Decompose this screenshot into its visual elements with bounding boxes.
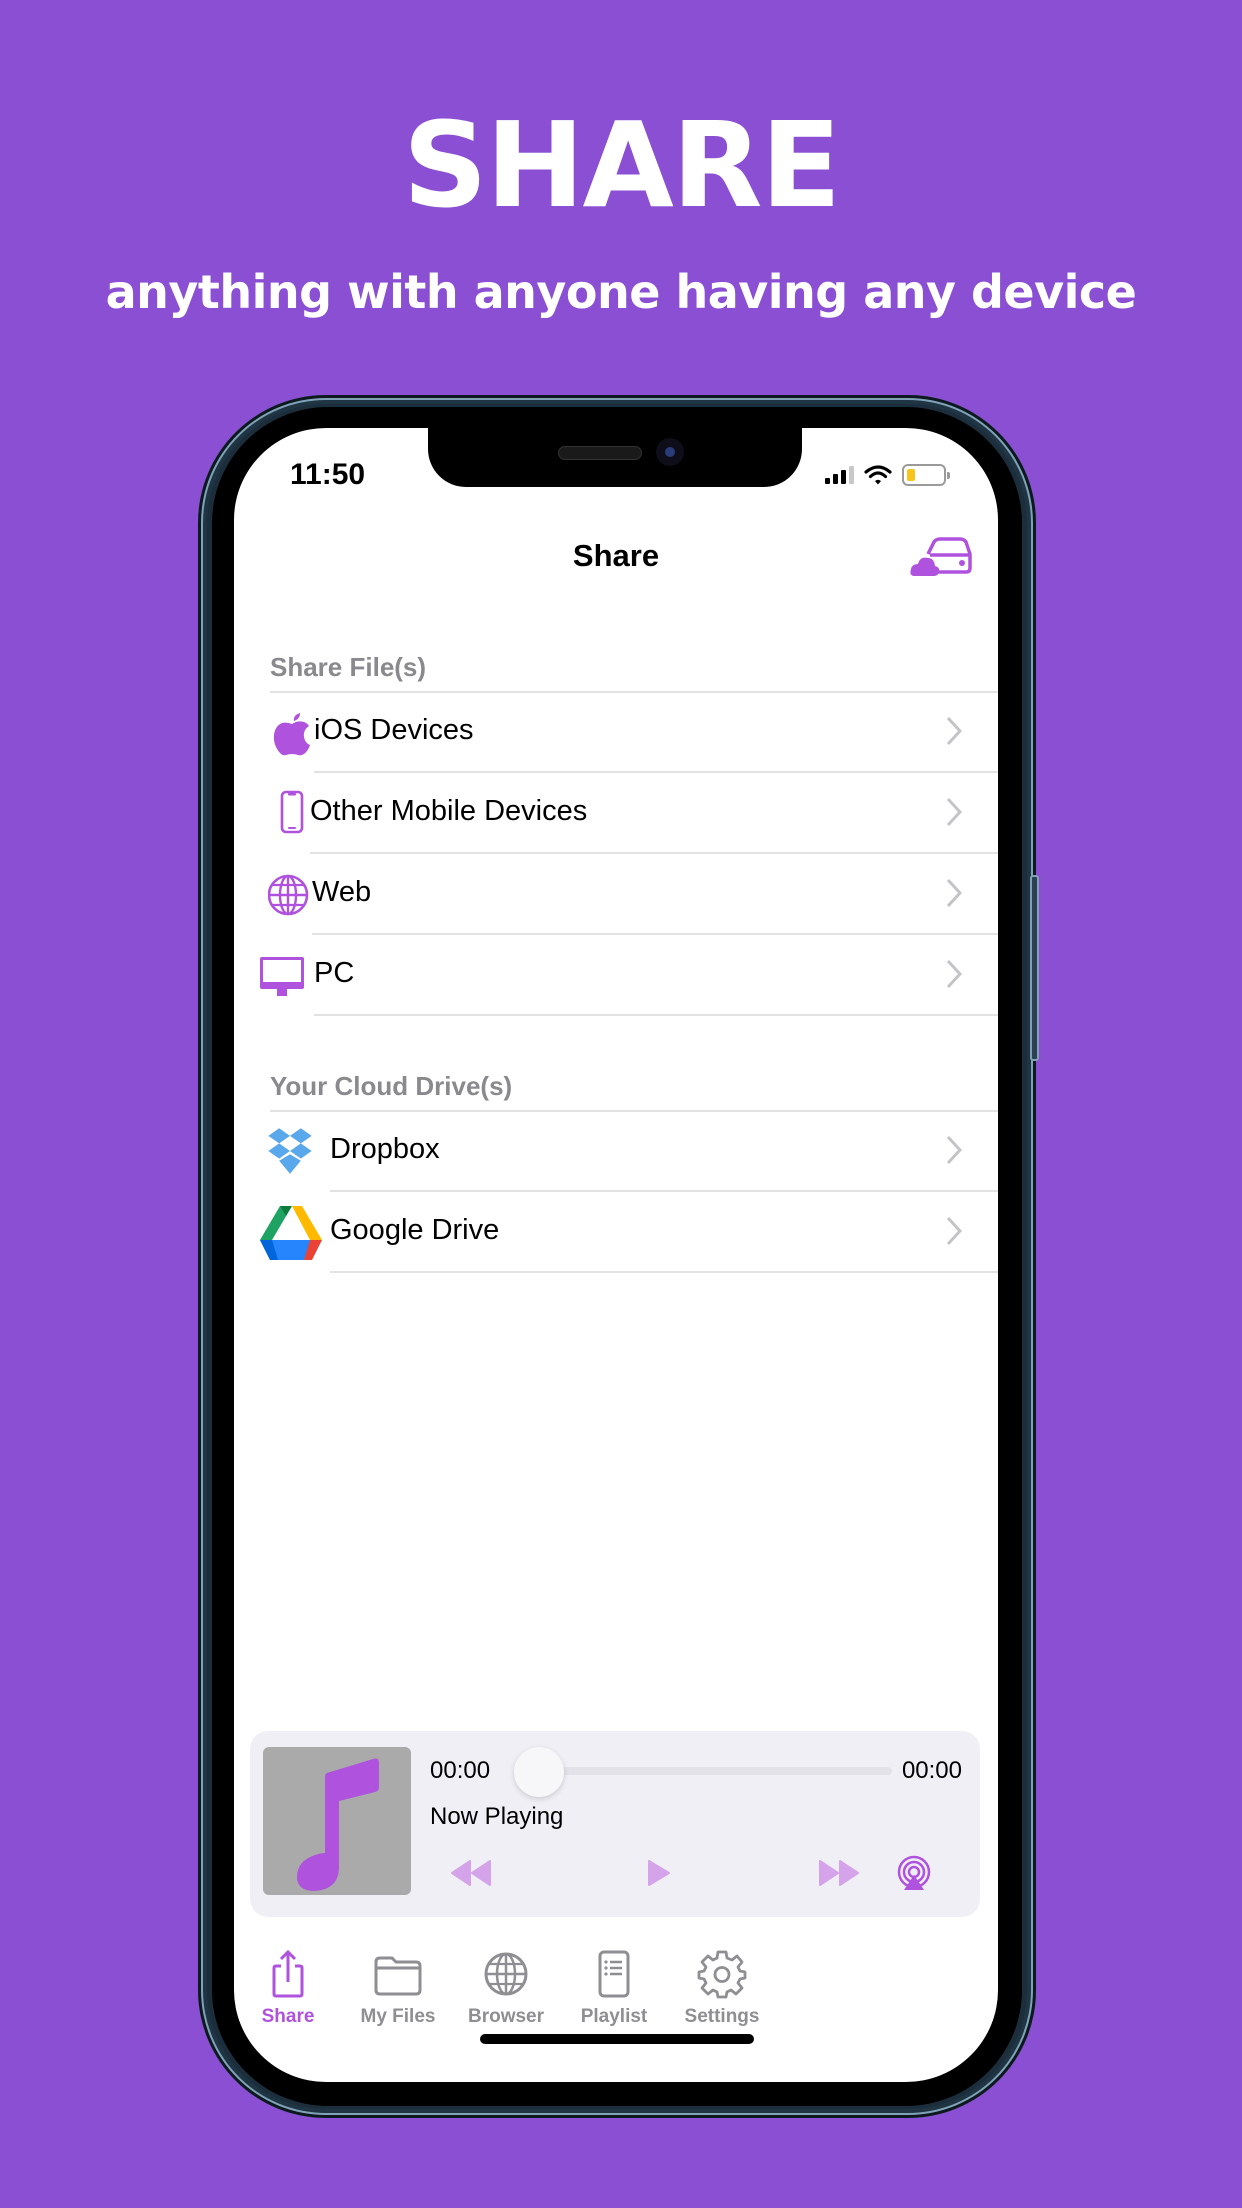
list-item-label: Web (312, 876, 372, 908)
now-playing-title: Now Playing (430, 1803, 564, 1830)
home-indicator[interactable] (480, 2034, 754, 2044)
chevron-right-icon (946, 1135, 962, 1165)
section-header-share-files: Share File(s) (270, 652, 427, 682)
apple-icon (273, 713, 310, 756)
chevron-right-icon (946, 1216, 962, 1246)
progress-slider-thumb[interactable] (514, 1747, 564, 1797)
speaker-grille (558, 446, 642, 460)
list-item-label: Other Mobile Devices (310, 795, 588, 827)
globe-icon (484, 1952, 528, 1996)
chevron-right-icon (946, 716, 962, 746)
tab-bar: Share My Files Browser Playlist Settings (234, 1948, 998, 2048)
google-drive-icon (260, 1206, 322, 1260)
list-item-dropbox[interactable]: Dropbox (234, 1111, 998, 1192)
desktop-monitor-icon (260, 957, 304, 996)
promo-subline: anything with anyone having any device (105, 265, 1137, 319)
globe-icon (268, 874, 309, 916)
rewind-icon[interactable] (450, 1859, 494, 1887)
duration-time: 00:00 (901, 1757, 962, 1784)
gear-icon (697, 1950, 747, 1999)
smartphone-icon (280, 790, 304, 834)
row-divider (314, 1014, 998, 1016)
section-header-cloud-drives: Your Cloud Drive(s) (270, 1071, 513, 1101)
front-camera (656, 438, 684, 466)
list-item-label: PC (314, 957, 355, 989)
list-item-label: Google Drive (330, 1214, 500, 1246)
chevron-right-icon (946, 959, 962, 989)
status-icons (825, 464, 950, 486)
cellular-signal-icon (825, 466, 854, 484)
list-item-google-drive[interactable]: Google Drive (234, 1192, 998, 1273)
page-title: Share (572, 538, 660, 573)
progress-track[interactable] (530, 1767, 892, 1775)
dropbox-icon (268, 1128, 312, 1174)
mini-player: 00:00 00:00 Now Playing (250, 1731, 980, 1917)
elapsed-time: 00:00 (430, 1757, 491, 1784)
list-item-label: Dropbox (330, 1133, 440, 1165)
tab-settings[interactable]: Settings (652, 1948, 792, 2048)
fast-forward-icon[interactable] (818, 1859, 862, 1887)
folder-icon (374, 1956, 422, 1996)
status-time: 11:50 (290, 458, 366, 491)
play-icon[interactable] (646, 1859, 672, 1887)
cloud-drive-icon (910, 537, 972, 576)
notch (428, 428, 802, 487)
promo-headline: SHARE (402, 96, 842, 234)
chevron-right-icon (946, 797, 962, 827)
airplay-icon[interactable] (896, 1855, 932, 1891)
album-artwork (263, 1747, 411, 1895)
tab-label: Settings (684, 2006, 760, 2027)
list-item-pc[interactable]: PC (234, 935, 998, 1016)
music-note-icon (297, 1758, 379, 1891)
share-icon (272, 1949, 304, 1998)
list-item-label: iOS Devices (314, 714, 474, 746)
list-item-other-mobile-devices[interactable]: Other Mobile Devices (234, 773, 998, 854)
row-divider (330, 1271, 998, 1273)
phone-screen: 11:50 Share Share File(s) iOS Devices Ot… (234, 428, 998, 2082)
list-item-web[interactable]: Web (234, 854, 998, 935)
battery-low-icon (902, 464, 950, 486)
side-button (1030, 875, 1039, 1061)
list-item-ios-devices[interactable]: iOS Devices (234, 692, 998, 773)
playlist-icon (598, 1950, 630, 1998)
cloud-drive-button[interactable] (910, 536, 972, 580)
wifi-icon (864, 465, 892, 485)
chevron-right-icon (946, 878, 962, 908)
